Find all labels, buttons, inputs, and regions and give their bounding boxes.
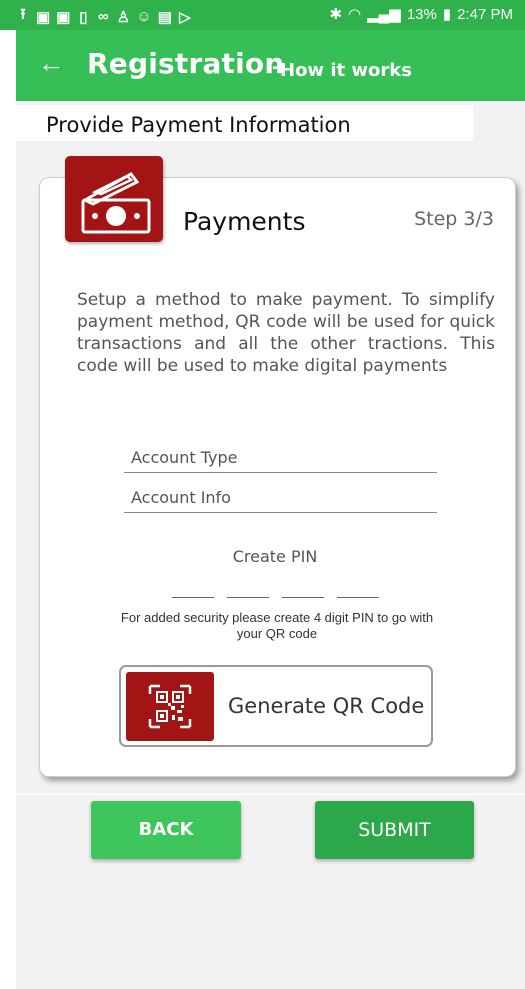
section-header: Provide Payment Information	[16, 105, 473, 141]
card-title: Payments	[183, 207, 306, 236]
youtube-icon: ▣	[56, 8, 71, 26]
create-pin-label: Create PIN	[232, 547, 318, 566]
account-type-placeholder: Account Type	[131, 448, 238, 467]
pin-input[interactable]	[172, 597, 379, 598]
submit-button[interactable]: SUBMIT	[315, 801, 474, 859]
pin-help-text: For added security please create 4 digit…	[120, 610, 434, 641]
section-header-text: Provide Payment Information	[46, 113, 351, 137]
step-indicator: Step 3/3	[414, 208, 494, 230]
signal-icon: ▂▄▆	[367, 6, 401, 23]
mail-icon: ▤	[157, 8, 172, 26]
battery-icon: ▮	[442, 6, 452, 23]
generate-qr-label: Generate QR Code	[228, 694, 425, 718]
payment-description: Setup a method to make payment. To simpl…	[77, 290, 495, 376]
status-bar: ⭱ ▣ ▣ ▯ ∞ ♙ ☺ ▤ ▷ ✱ ◠ ▂▄▆ 13% ▮ 2:47 PM	[0, 0, 525, 30]
clock: 2:47 PM	[457, 5, 513, 23]
battery-percent: 13%	[406, 5, 437, 23]
wifi-icon: ◠	[348, 6, 362, 23]
notification-icons: ⭱ ▣ ▣ ▯ ∞ ♙ ☺ ▤ ▷	[16, 4, 192, 29]
qr-code-icon	[126, 672, 214, 741]
account-info-placeholder: Account Info	[131, 488, 231, 507]
pin-digit-3[interactable]	[282, 597, 324, 598]
app-title: Registration	[87, 47, 285, 80]
account-info-field[interactable]: Account Info	[124, 486, 437, 513]
voicemail-icon: ∞	[98, 8, 109, 25]
payment-icon	[65, 156, 163, 242]
youtube-icon: ▣	[36, 8, 51, 26]
bluetooth-icon: ✱	[329, 6, 343, 23]
how-it-works-link[interactable]: How it works	[280, 60, 412, 81]
account-type-field[interactable]: Account Type	[124, 446, 437, 473]
pin-digit-2[interactable]	[227, 597, 269, 598]
back-arrow-icon[interactable]: ←	[38, 48, 64, 78]
generate-qr-button[interactable]: Generate QR Code	[119, 665, 433, 747]
back-button[interactable]: BACK	[91, 801, 241, 859]
app-bar: ← Registration - How it works	[16, 30, 525, 101]
title-separator: -	[272, 57, 280, 78]
amazon-music-icon: ♙	[116, 8, 131, 26]
play-store-icon: ▷	[179, 8, 191, 26]
sim-icon: ▯	[79, 8, 88, 26]
pin-digit-4[interactable]	[337, 597, 379, 598]
smiley-icon: ☺	[136, 8, 152, 25]
pin-digit-1[interactable]	[172, 597, 214, 598]
upload-icon: ⭱	[20, 6, 26, 23]
system-status: ✱ ◠ ▂▄▆ 13% ▮ 2:47 PM	[329, 5, 513, 24]
